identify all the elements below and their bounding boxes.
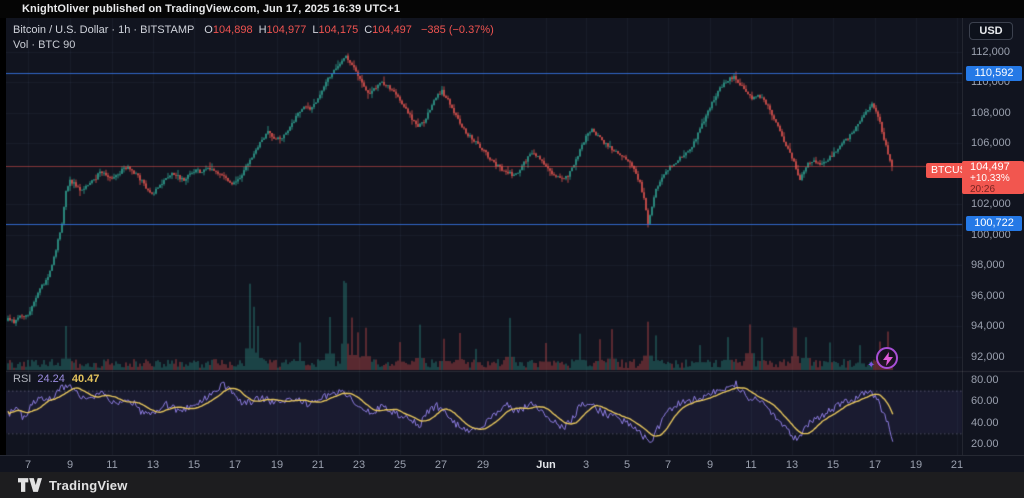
publish-line: KnightOliver published on TradingView.co… (22, 3, 400, 15)
time-tick-label: 23 (353, 459, 365, 471)
price-tick-label: 112,000 (971, 46, 1010, 58)
rsi-label: RSI (13, 373, 31, 385)
price-tick-label: 94,000 (971, 320, 1005, 332)
time-tick-label: 9 (67, 459, 73, 471)
alert-price-badge: 100,722 (966, 216, 1022, 231)
time-tick-label: 9 (707, 459, 713, 471)
last-price-change-pct: +10.33% (970, 173, 1024, 184)
last-price-badge: 104,497 +10.33% 20:26 (962, 161, 1024, 194)
time-tick-label: 13 (147, 459, 159, 471)
change-value: −385 (−0.37%) (421, 24, 494, 36)
time-tick-label: 7 (25, 459, 31, 471)
time-tick-label: 27 (435, 459, 447, 471)
ohlc-label: H (259, 24, 267, 36)
volume-label: Vol · BTC (13, 39, 60, 51)
tradingview-logo-icon[interactable] (18, 477, 42, 493)
left-edge-mask (0, 18, 6, 472)
time-tick-label: 11 (745, 459, 756, 471)
rsi-tick-label: 20.00 (971, 438, 999, 450)
chart-area: Bitcoin / U.S. Dollar · 1h · BITSTAMP O1… (0, 18, 1024, 472)
currency-toggle-button[interactable]: USD (969, 22, 1013, 40)
last-price: 104,497 (970, 162, 1024, 173)
price-tick-label: 108,000 (971, 107, 1011, 119)
volume-value: 90 (63, 39, 75, 51)
time-tick-label: 15 (188, 459, 200, 471)
price-tick-label: 98,000 (971, 259, 1005, 271)
ohlc-value: 104,175 (318, 24, 358, 36)
time-tick-label: Jun (536, 459, 556, 471)
rsi-tick-label: 80.00 (971, 374, 999, 386)
price-tick-label: 92,000 (971, 351, 1005, 363)
ohlc-label: C (364, 24, 372, 36)
time-tick-label: 21 (951, 459, 963, 471)
volume-legend[interactable]: Vol · BTC 90 (13, 39, 75, 51)
rsi-legend[interactable]: RSI 24.24 40.47 (13, 373, 99, 385)
alert-price-badge: 110,592 (966, 66, 1022, 81)
ohlc-value: 104,977 (267, 24, 307, 36)
time-tick-label: 29 (477, 459, 489, 471)
time-tick-label: 17 (869, 459, 881, 471)
rsi-value: 24.24 (37, 373, 65, 385)
symbol-title: Bitcoin / U.S. Dollar · 1h · BITSTAMP (13, 24, 194, 36)
time-tick-label: 21 (312, 459, 324, 471)
rsi-ma-value: 40.47 (72, 373, 100, 385)
price-tick-label: 96,000 (971, 290, 1005, 302)
candle-countdown: 20:26 (970, 184, 1024, 195)
time-tick-label: 19 (910, 459, 922, 471)
symbol-legend[interactable]: Bitcoin / U.S. Dollar · 1h · BITSTAMP O1… (13, 24, 494, 36)
price-chart-canvas[interactable] (0, 18, 1024, 455)
time-tick-label: 5 (624, 459, 630, 471)
price-tick-label: 106,000 (971, 137, 1011, 149)
time-tick-label: 11 (106, 459, 117, 471)
time-tick-label: 13 (786, 459, 798, 471)
ohlc-value: 104,898 (213, 24, 253, 36)
rsi-tick-label: 40.00 (971, 417, 999, 429)
time-axis[interactable]: 7 9 11 13 15 17 19 21 23 25 27 29 Jun 3 5 7 9 11 13 15 17 19 2… (0, 455, 1024, 472)
ohlc-value: 104,497 (372, 24, 412, 36)
publish-bar: KnightOliver published on TradingView.co… (0, 0, 1024, 18)
time-tick-label: 7 (665, 459, 671, 471)
ohlc-label: O (204, 24, 213, 36)
ohlc-values: O104,898H104,977L104,175C104,497 (204, 24, 418, 36)
time-tick-label: 3 (583, 459, 589, 471)
time-tick-label: 15 (827, 459, 839, 471)
lightning-icon (882, 352, 894, 366)
boost-button[interactable] (876, 347, 898, 369)
rsi-tick-label: 60.00 (971, 395, 999, 407)
sparkle-icon: ✦ (867, 360, 875, 371)
tradingview-snapshot: KnightOliver published on TradingView.co… (0, 0, 1024, 498)
time-tick-label: 17 (229, 459, 241, 471)
price-axis[interactable]: USD 112,000110,000108,000106,000102,0001… (962, 18, 1024, 455)
footer-bar: TradingView (0, 472, 1024, 498)
time-tick-label: 25 (394, 459, 406, 471)
tradingview-brand[interactable]: TradingView (49, 478, 128, 493)
price-tick-label: 102,000 (971, 198, 1011, 210)
time-tick-label: 19 (271, 459, 283, 471)
